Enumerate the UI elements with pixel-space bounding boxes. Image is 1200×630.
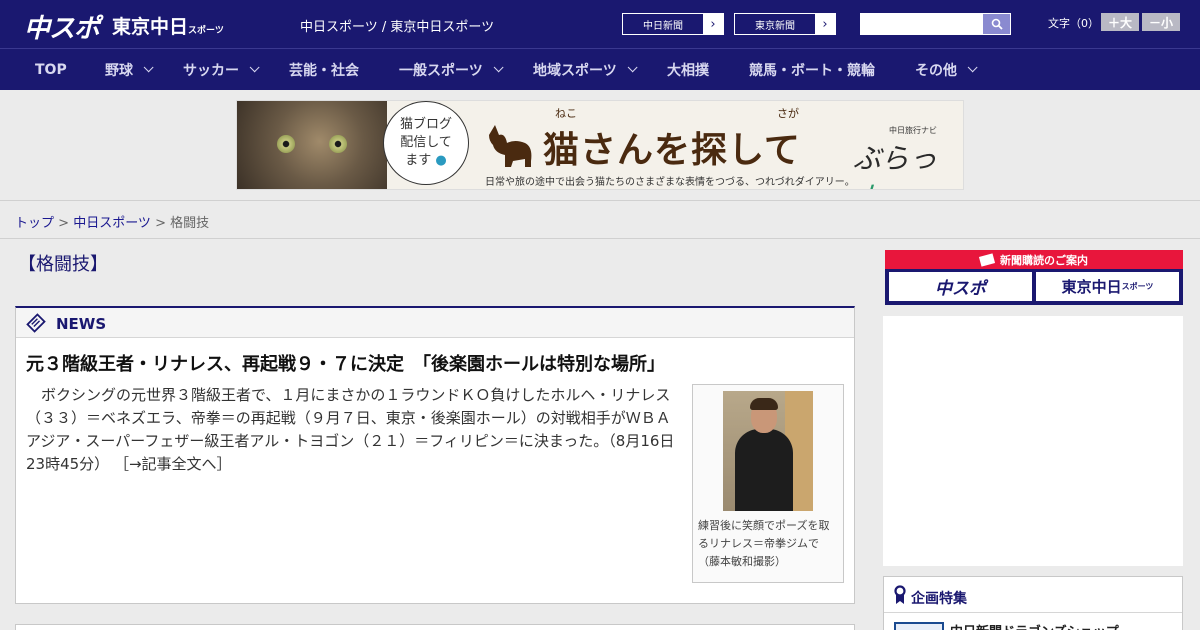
nav-label: TOP	[35, 61, 67, 78]
banner-ruby-saga: さが	[777, 107, 799, 120]
subscription-box: 新聞購読のご案内 中スポ 東京中日 スポーツ	[885, 250, 1183, 305]
site-header: 中スポ 東京中日スポーツ 中日スポーツ / 東京中日スポーツ 中日新聞 › 東京…	[0, 0, 1200, 48]
feature-section: 企画特集 中日新聞ドラゴンズショップ	[883, 576, 1183, 630]
feature-item-dragons-shop[interactable]: 中日新聞ドラゴンズショップ	[950, 621, 1119, 630]
nav-item-soccer[interactable]: サッカー	[183, 49, 260, 90]
brand-accent: 人	[853, 182, 881, 189]
nav-item-baseball[interactable]: 野球	[105, 49, 154, 90]
nav-item-top[interactable]: TOP	[35, 49, 67, 90]
nav-label: 競馬・ボート・競輪	[749, 62, 875, 79]
bubble-line: ます ●	[405, 152, 447, 170]
breadcrumb: トップ > 中日スポーツ > 格闘技	[15, 212, 209, 231]
breadcrumb-current: 格闘技	[170, 216, 210, 231]
subscribe-tokyo-chunichi-button[interactable]: 東京中日 スポーツ	[1036, 272, 1179, 301]
chevron-right-icon: ›	[703, 14, 723, 34]
tokyo-logo-small: スポーツ	[188, 26, 224, 36]
main-nav: TOP 野球 サッカー 芸能・社会 一般スポーツ 地域スポーツ 大相撲 競馬・ボ…	[0, 48, 1200, 90]
nav-label: サッカー	[183, 62, 239, 79]
next-news-section	[15, 624, 855, 630]
nav-item-general-sports[interactable]: 一般スポーツ	[399, 49, 504, 90]
chevron-down-icon	[249, 62, 260, 73]
breadcrumb-bar: トップ > 中日スポーツ > 格闘技	[0, 200, 1200, 239]
feature-header: 企画特集	[884, 577, 1182, 613]
banner-ruby-neko: ねこ	[555, 107, 577, 120]
tokyo-logo-main: 東京中日	[112, 16, 189, 38]
nav-label: 芸能・社会	[289, 62, 359, 79]
article-photo	[723, 391, 813, 511]
paw-icon: ●	[435, 153, 447, 169]
read-more-link[interactable]: ［→記事全文へ］	[114, 455, 232, 473]
banner-brand-small: 中日旅行ナビ	[889, 126, 937, 135]
article-photo-box[interactable]: 練習後に笑顔でポーズを取るリナレス＝帝拳ジムで（藤本敏和撮影）	[692, 384, 844, 583]
tokyo-link-label: 東京新聞	[755, 20, 795, 32]
search-icon	[991, 18, 1003, 30]
breadcrumb-section-link[interactable]: 中日スポーツ	[73, 216, 151, 231]
article-title[interactable]: 元３階級王者・リナレス、再起戦９・７に決定 「後楽園ホールは特別な場所」	[26, 350, 665, 376]
cat-blog-banner[interactable]: 猫ブログ 配信して ます ● ねこ さが 猫さんを探して 日常や旅の途中で出会う…	[236, 100, 964, 190]
page-title: 【格闘技】	[18, 254, 108, 275]
breadcrumb-separator: >	[54, 216, 74, 231]
feature-heading: 企画特集	[911, 591, 967, 607]
chevron-down-icon	[967, 62, 978, 73]
chevron-down-icon	[143, 62, 154, 73]
breadcrumb-separator: >	[150, 216, 171, 231]
newspaper-icon	[26, 313, 46, 333]
ribbon-icon	[894, 585, 906, 604]
speech-bubble: 猫ブログ 配信して ます ●	[383, 101, 469, 185]
font-smaller-button[interactable]: －小	[1142, 13, 1180, 31]
photo-person	[735, 429, 793, 511]
burabito-logo: ぶらっ人	[853, 137, 963, 189]
banner-title: 猫さんを探して	[543, 130, 801, 171]
cat-photo	[237, 101, 387, 189]
tokyo-chunichi-logo[interactable]: 東京中日スポーツ	[112, 12, 224, 39]
feature-thumbnail[interactable]	[894, 622, 944, 630]
news-heading: NEWS	[56, 315, 107, 333]
subscribe-chuspo-button[interactable]: 中スポ	[889, 272, 1032, 301]
nav-label: 大相撲	[667, 62, 709, 79]
nav-item-local-sports[interactable]: 地域スポーツ	[533, 49, 638, 90]
chevron-down-icon	[627, 62, 638, 73]
subscription-heading: 新聞購読のご案内	[1000, 253, 1088, 267]
ticket-icon	[978, 252, 996, 267]
sidebar-ad[interactable]	[883, 316, 1183, 566]
nav-label: 地域スポーツ	[533, 62, 617, 79]
tokyo-shimbun-link[interactable]: 東京新聞 ›	[734, 13, 836, 35]
subscription-header: 新聞購読のご案内	[885, 250, 1183, 269]
cat-eye	[329, 135, 347, 153]
breadcrumb-top-link[interactable]: トップ	[15, 216, 54, 231]
search-input[interactable]	[860, 13, 982, 35]
nav-label: 野球	[105, 62, 133, 79]
nav-label: その他	[915, 62, 957, 79]
chevron-down-icon	[493, 62, 504, 73]
bubble-line: 配信して	[400, 134, 452, 150]
nav-item-sumo[interactable]: 大相撲	[667, 49, 709, 90]
chevron-right-icon: ›	[815, 14, 835, 34]
chunichi-shimbun-link[interactable]: 中日新聞 ›	[622, 13, 724, 35]
nav-item-keiba-boat-keirin[interactable]: 競馬・ボート・競輪	[749, 49, 875, 90]
nav-label: 一般スポーツ	[399, 62, 483, 79]
cat-silhouette-icon	[489, 125, 532, 167]
chunichi-link-label: 中日新聞	[643, 20, 683, 32]
search-button[interactable]	[982, 13, 1011, 35]
bubble-line-text: ます	[405, 153, 432, 169]
article-summary: ボクシングの元世界３階級王者で、１月にまさかの１ラウンドＫＯ負けしたホルヘ・リナ…	[26, 384, 684, 476]
photo-hair	[750, 398, 778, 410]
news-section: NEWS 元３階級王者・リナレス、再起戦９・７に決定 「後楽園ホールは特別な場所…	[15, 306, 855, 604]
photo-caption: 練習後に笑顔でポーズを取るリナレス＝帝拳ジムで（藤本敏和撮影）	[698, 519, 830, 568]
sub-tokyo-main: 東京中日	[1061, 278, 1122, 296]
bubble-line: 猫ブログ	[399, 116, 452, 132]
news-header: NEWS	[16, 308, 854, 338]
nav-item-other[interactable]: その他	[915, 49, 978, 90]
nav-item-entertainment[interactable]: 芸能・社会	[289, 49, 359, 90]
font-size-label: 文字（0）	[1048, 17, 1099, 30]
cat-eye	[277, 135, 295, 153]
sub-tokyo-small: スポーツ	[1121, 282, 1154, 291]
site-title: 中日スポーツ / 東京中日スポーツ	[300, 20, 495, 35]
font-larger-button[interactable]: ＋大	[1101, 13, 1139, 31]
brand-text: ぶらっ	[853, 142, 938, 175]
banner-subtitle: 日常や旅の途中で出会う猫たちのさまざまな表情をつづる、つれづれダイアリー。	[485, 177, 855, 188]
chuspo-logo[interactable]: 中スポ	[24, 8, 100, 45]
